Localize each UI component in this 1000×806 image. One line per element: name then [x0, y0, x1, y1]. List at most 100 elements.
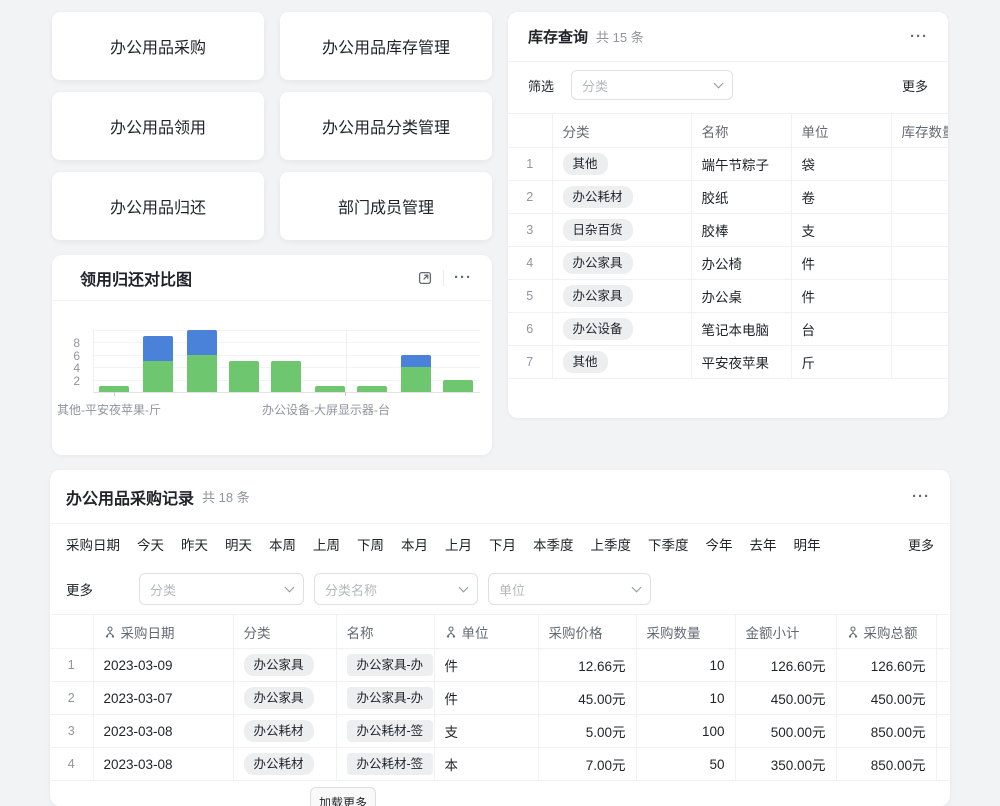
row-number: 6 — [508, 313, 552, 346]
category-cell: 其他 — [552, 346, 691, 379]
date-more-link[interactable]: 更多 — [908, 535, 934, 554]
purchase-filter-select-1[interactable]: 分类 — [139, 573, 304, 605]
column-header: 库存数量 — [891, 114, 948, 148]
date-option-14[interactable]: 去年 — [750, 534, 777, 554]
row-number: 1 — [50, 649, 93, 682]
category-cell: 办公家具 — [233, 649, 336, 682]
row-number: 3 — [508, 214, 552, 247]
bar-segment-green — [315, 386, 345, 392]
row-number-header — [50, 615, 93, 649]
column-header: 单位 — [791, 114, 891, 148]
more-ellipsis-icon[interactable]: ··· — [454, 270, 472, 285]
date-option-12[interactable]: 下季度 — [648, 534, 689, 554]
date-option-11[interactable]: 上季度 — [591, 534, 632, 554]
table-row[interactable]: 22023-03-07办公家具办公家具-办件45.00元10450.00元450… — [50, 682, 950, 715]
header-divider — [443, 270, 444, 286]
bar-segment-green — [443, 380, 473, 393]
table-row[interactable]: 4办公家具办公椅件 — [508, 247, 948, 280]
table-row[interactable]: 42023-03-08办公耗材办公耗材-签本7.00元50350.00元850.… — [50, 748, 950, 781]
date-option-9[interactable]: 下月 — [489, 534, 516, 554]
purchase-filter-select-3[interactable]: 单位 — [488, 573, 651, 605]
x-axis-category-label: 办公设备-大屏显示器-台 — [262, 401, 390, 418]
purchase-panel-title: 办公用品采购记录 — [66, 485, 194, 509]
purchase-date-cell: 2023-03-08 — [93, 748, 233, 781]
category-tag: 办公设备 — [563, 318, 633, 339]
date-option-3[interactable]: 明天 — [225, 534, 252, 554]
table-row[interactable]: 12023-03-09办公家具办公家具-办件12.66元10126.60元126… — [50, 649, 950, 682]
bar-segment-blue — [401, 355, 431, 368]
vertical-gridline — [346, 330, 347, 393]
column-header: 名称 — [691, 114, 791, 148]
y-axis-tick-label: 8 — [54, 337, 80, 349]
column-header: 采购日期 — [93, 615, 233, 649]
purchase-date-cell: 2023-03-09 — [93, 649, 233, 682]
date-filter-label: 采购日期 — [66, 534, 120, 554]
bar-segment-green — [357, 386, 387, 392]
table-row[interactable]: 1其他端午节粽子袋 — [508, 148, 948, 181]
quick-action-button-1[interactable]: 办公用品采购 — [52, 12, 264, 80]
category-tag: 办公家具 — [244, 654, 314, 675]
category-cell: 办公耗材 — [233, 748, 336, 781]
quick-action-button-2[interactable]: 办公用品库存管理 — [280, 12, 492, 80]
table-row[interactable]: 2办公耗材胶纸卷 — [508, 181, 948, 214]
quick-action-button-6[interactable]: 部门成员管理 — [280, 172, 492, 240]
date-option-2[interactable]: 昨天 — [181, 534, 208, 554]
quick-actions-grid: 办公用品采购办公用品库存管理办公用品领用办公用品分类管理办公用品归还部门成员管理 — [52, 12, 492, 240]
stock-qty-cell — [891, 346, 948, 379]
category-tag: 办公家具 — [244, 687, 314, 708]
name-cell: 笔记本电脑 — [691, 313, 791, 346]
stock-qty-cell — [891, 181, 948, 214]
price-cell: 12.66元 — [538, 649, 636, 682]
category-tag: 办公耗材 — [244, 753, 314, 774]
inventory-record-count: 共 15 条 — [596, 27, 644, 46]
dropdown-row-label: 更多 — [66, 579, 93, 599]
table-row[interactable]: 7其他平安夜苹果斤 — [508, 346, 948, 379]
chart-panel: 领用归还对比图 ··· 2468其他-平安夜苹果-斤办公设备-大屏显示器-台 — [52, 255, 492, 455]
chart-panel-title: 领用归还对比图 — [80, 266, 192, 290]
table-row[interactable]: 5办公家具办公桌件 — [508, 280, 948, 313]
date-option-6[interactable]: 下周 — [357, 534, 384, 554]
date-option-8[interactable]: 上月 — [445, 534, 472, 554]
name-cell: 胶棒 — [691, 214, 791, 247]
quick-action-button-5[interactable]: 办公用品归还 — [52, 172, 264, 240]
name-cell: 端午节粽子 — [691, 148, 791, 181]
date-option-13[interactable]: 今年 — [706, 534, 733, 554]
bar-4 — [229, 361, 259, 392]
category-tag: 其他 — [563, 351, 608, 372]
select-placeholder: 单位 — [499, 580, 525, 599]
date-option-10[interactable]: 本季度 — [533, 534, 574, 554]
bar-segment-green — [143, 361, 173, 392]
column-header: 采购数量 — [636, 615, 735, 649]
table-row[interactable]: 3日杂百货胶棒支 — [508, 214, 948, 247]
name-cell: 胶纸 — [691, 181, 791, 214]
more-ellipsis-icon[interactable]: ··· — [912, 489, 930, 504]
expand-icon[interactable] — [417, 270, 433, 286]
chart-panel-header: 领用归还对比图 ··· — [52, 255, 492, 301]
purchase-record-count: 共 18 条 — [202, 487, 250, 506]
more-ellipsis-icon[interactable]: ··· — [910, 29, 928, 44]
date-option-7[interactable]: 本月 — [401, 534, 428, 554]
date-option-15[interactable]: 明年 — [794, 534, 821, 554]
inventory-more-filters-link[interactable]: 更多 — [902, 76, 928, 95]
spacer-cell — [936, 649, 950, 682]
purchase-date-cell: 2023-03-08 — [93, 715, 233, 748]
category-cell: 日杂百货 — [552, 214, 691, 247]
date-option-1[interactable]: 今天 — [137, 534, 164, 554]
category-cell: 办公家具 — [552, 280, 691, 313]
table-row[interactable]: 32023-03-08办公耗材办公耗材-签支5.00元100500.00元850… — [50, 715, 950, 748]
stacked-bar-chart: 2468其他-平安夜苹果-斤办公设备-大屏显示器-台 — [52, 300, 492, 455]
quick-action-button-4[interactable]: 办公用品分类管理 — [280, 92, 492, 160]
quantity-cell: 10 — [636, 649, 735, 682]
purchase-date-filter-row: 采购日期 今天昨天明天本周上周下周本月上月下月本季度上季度下季度今年去年明年 更… — [50, 524, 950, 564]
unit-cell: 台 — [791, 313, 891, 346]
date-option-4[interactable]: 本周 — [269, 534, 296, 554]
date-option-5[interactable]: 上周 — [313, 534, 340, 554]
quick-action-button-3[interactable]: 办公用品领用 — [52, 92, 264, 160]
table-row[interactable]: 6 办公设备 笔记本电脑台 — [508, 313, 948, 346]
load-more-button[interactable]: 加载更多 — [310, 787, 376, 806]
column-header: 名称 — [336, 615, 434, 649]
purchase-filter-select-2[interactable]: 分类名称 — [314, 573, 478, 605]
bar-segment-blue — [143, 336, 173, 361]
category-filter-select[interactable]: 分类 — [571, 70, 733, 100]
chevron-down-icon — [632, 583, 642, 593]
